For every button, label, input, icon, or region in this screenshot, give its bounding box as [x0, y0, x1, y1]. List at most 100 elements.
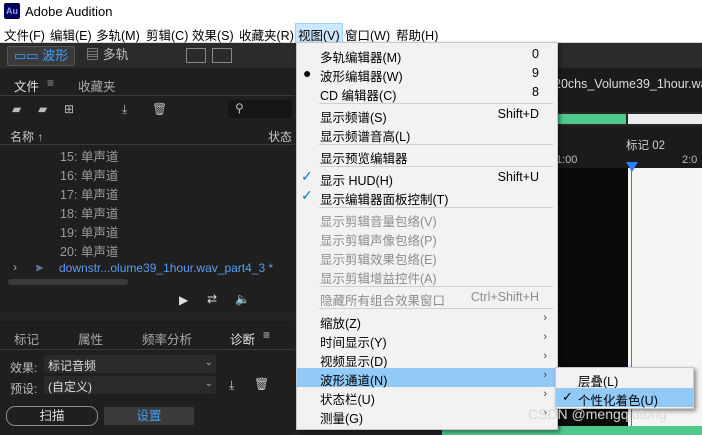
save-preset-icon[interactable]: ⤓	[229, 378, 234, 393]
preset-select[interactable]: (自定义) ⌄	[44, 376, 216, 394]
panel-menu-icon[interactable]: ≡	[263, 328, 270, 342]
time-label: 1:00	[556, 154, 578, 166]
menu-item-show-clip-pan-envelopes[interactable]: 显示剪辑声像包络(P)	[297, 228, 555, 248]
menu-item-video-display[interactable]: 视频显示(D) ›	[297, 349, 555, 369]
waveform-mode-button[interactable]: ▭▭ 波形	[7, 46, 76, 66]
effect-select[interactable]: 标记音频 ⌄	[44, 355, 216, 373]
column-status[interactable]: 状态	[268, 128, 292, 145]
submenu-item-stacked[interactable]: 层叠(L)	[556, 369, 693, 389]
menu-separator	[319, 144, 553, 145]
spectral-icon[interactable]	[186, 48, 206, 63]
scan-button[interactable]: 扫描	[6, 406, 98, 426]
submenu-arrow-icon: ›	[543, 350, 547, 362]
list-item[interactable]: 20: 单声道	[0, 239, 290, 259]
settings-button[interactable]: 设置	[104, 407, 194, 425]
file-name: downstr...olume39_1hour.wav_part4_3 *	[59, 261, 274, 275]
import-icon[interactable]: ▰	[38, 102, 47, 116]
menu-separator	[319, 286, 553, 287]
search-input[interactable]: ⚲	[228, 100, 292, 118]
tab-properties[interactable]: 属性	[78, 329, 103, 348]
menu-item-show-editor-panel-controls[interactable]: ✓ 显示编辑器面板控制(T)	[297, 187, 555, 207]
submenu-arrow-icon: ›	[543, 388, 547, 400]
play-icon[interactable]: ▶	[179, 293, 188, 307]
waveform-icon: ▭▭	[14, 48, 39, 63]
effect-label: 效果:	[10, 361, 38, 375]
files-panel: 文件 ≡ 收藏夹 ▰ ▰ ⊞ ⤓ 🗑 ⚲ 名称 ↑ 状态 15: 单声道 16:…	[0, 68, 294, 313]
title-bar: Au Adobe Audition	[0, 0, 702, 22]
menu-item-zoom[interactable]: 缩放(Z) ›	[297, 311, 555, 331]
tab-markers[interactable]: 标记	[14, 329, 39, 348]
menu-item-show-clip-effect-envelopes[interactable]: 显示剪辑效果包络(E)	[297, 247, 555, 267]
tool-icons	[160, 48, 275, 63]
menu-favorites[interactable]: 收藏夹(R)	[239, 25, 294, 44]
menu-separator	[319, 207, 553, 208]
menu-multitrack[interactable]: 多轨(M)	[96, 25, 140, 44]
expand-chevron-icon[interactable]: ›	[13, 260, 17, 274]
checkmark-icon: ✓	[301, 187, 313, 203]
list-item[interactable]: 18: 单声道	[0, 201, 290, 221]
menu-item-show-hud[interactable]: ✓ 显示 HUD(H) Shift+U	[297, 168, 555, 188]
watermark: CSDN @mengqiutong	[528, 406, 667, 422]
menu-item-cd-editor[interactable]: CD 编辑器(C) 8	[297, 83, 555, 103]
waveform-file-icon: ⫸	[36, 260, 43, 274]
submenu-item-personalized-colors[interactable]: ✓ 个性化着色(U)	[556, 388, 693, 408]
tab-frequency-analysis[interactable]: 频率分析	[142, 329, 192, 348]
time-label: 2:0	[682, 154, 698, 166]
menu-item-status-bar[interactable]: 状态栏(U) ›	[297, 387, 555, 407]
menu-effects[interactable]: 效果(S)	[192, 25, 234, 44]
tab-favorites[interactable]: 收藏夹	[78, 76, 116, 95]
list-item[interactable]: 17: 单声道	[0, 182, 290, 202]
list-item[interactable]: 15: 单声道	[0, 144, 290, 164]
menu-bar: 文件(F) 编辑(E) 多轨(M) 剪辑(C) 效果(S) 收藏夹(R) 视图(…	[0, 22, 702, 46]
chevron-down-icon: ⌄	[204, 378, 213, 389]
playhead-icon[interactable]	[626, 162, 638, 172]
menu-item-hide-effects-racks[interactable]: 隐藏所有组合效果窗口 Ctrl+Shift+H	[297, 288, 555, 308]
horizontal-scrollbar[interactable]	[8, 279, 128, 285]
menu-separator	[319, 308, 553, 309]
multitrack-mode-button[interactable]: ▤ 多轨	[80, 46, 135, 64]
checkmark-icon: ✓	[562, 389, 573, 404]
column-name[interactable]: 名称 ↑	[10, 128, 43, 145]
list-item[interactable]: 16: 单声道	[0, 163, 290, 183]
delete-icon[interactable]: 🗑	[152, 102, 167, 116]
list-item[interactable]: 19: 单声道	[0, 220, 290, 240]
overview-selection	[628, 114, 702, 124]
tab-files[interactable]: 文件	[14, 76, 39, 95]
menu-item-show-spectral-pitch[interactable]: 显示频谱音高(L)	[297, 124, 555, 144]
menu-edit[interactable]: 编辑(E)	[50, 25, 92, 44]
insert-icon[interactable]: ⤓	[122, 102, 127, 117]
open-folder-icon[interactable]: ▰	[12, 102, 21, 116]
search-icon: ⚲	[235, 101, 244, 115]
menu-separator	[319, 166, 553, 167]
waveform-channels-submenu: 层叠(L) ✓ 个性化着色(U)	[555, 367, 694, 409]
menu-item-time-display[interactable]: 时间显示(Y) ›	[297, 330, 555, 350]
overview-waveform	[556, 114, 626, 124]
multitrack-icon: ▤	[86, 47, 100, 62]
menu-item-show-clip-gain-controls[interactable]: 显示剪辑增益控件(A)	[297, 266, 555, 286]
radio-bullet-icon: ●	[303, 65, 312, 81]
delete-preset-icon[interactable]: 🗑	[254, 377, 269, 391]
checkmark-icon: ✓	[301, 168, 313, 184]
menu-item-waveform-editor[interactable]: ● 波形编辑器(W) 9	[297, 64, 555, 84]
submenu-arrow-icon: ›	[543, 331, 547, 343]
menu-item-show-clip-volume-envelopes[interactable]: 显示剪辑音量包络(V)	[297, 209, 555, 229]
menu-clip[interactable]: 剪辑(C)	[146, 25, 188, 44]
menu-item-multitrack-editor[interactable]: 多轨编辑器(M) 0	[297, 45, 555, 65]
menu-item-show-spectral[interactable]: 显示频谱(S) Shift+D	[297, 105, 555, 125]
menu-file[interactable]: 文件(F)	[4, 25, 45, 44]
volume-icon[interactable]: 🔈	[235, 292, 250, 306]
file-row[interactable]: › ⫸ downstr...olume39_1hour.wav_part4_3 …	[0, 258, 294, 278]
menu-item-waveform-channels[interactable]: 波形通道(N) ›	[297, 368, 555, 388]
tab-diagnostics[interactable]: 诊断	[230, 329, 255, 348]
submenu-arrow-icon: ›	[543, 312, 547, 324]
pitch-icon[interactable]	[212, 48, 232, 63]
marker-label[interactable]: 标记 02	[626, 137, 665, 153]
editor-file-tab[interactable]: 20chs_Volume39_1hour.wav_	[554, 77, 702, 91]
menu-item-show-preview-editor[interactable]: 显示预览编辑器	[297, 146, 555, 166]
loop-icon[interactable]: ⇄	[207, 292, 217, 306]
panel-menu-icon[interactable]: ≡	[47, 76, 54, 90]
menu-separator	[319, 103, 553, 104]
window-title: Adobe Audition	[25, 4, 113, 19]
new-file-icon[interactable]: ⊞	[64, 102, 74, 116]
menu-item-metering[interactable]: 测量(G) ›	[297, 406, 555, 426]
